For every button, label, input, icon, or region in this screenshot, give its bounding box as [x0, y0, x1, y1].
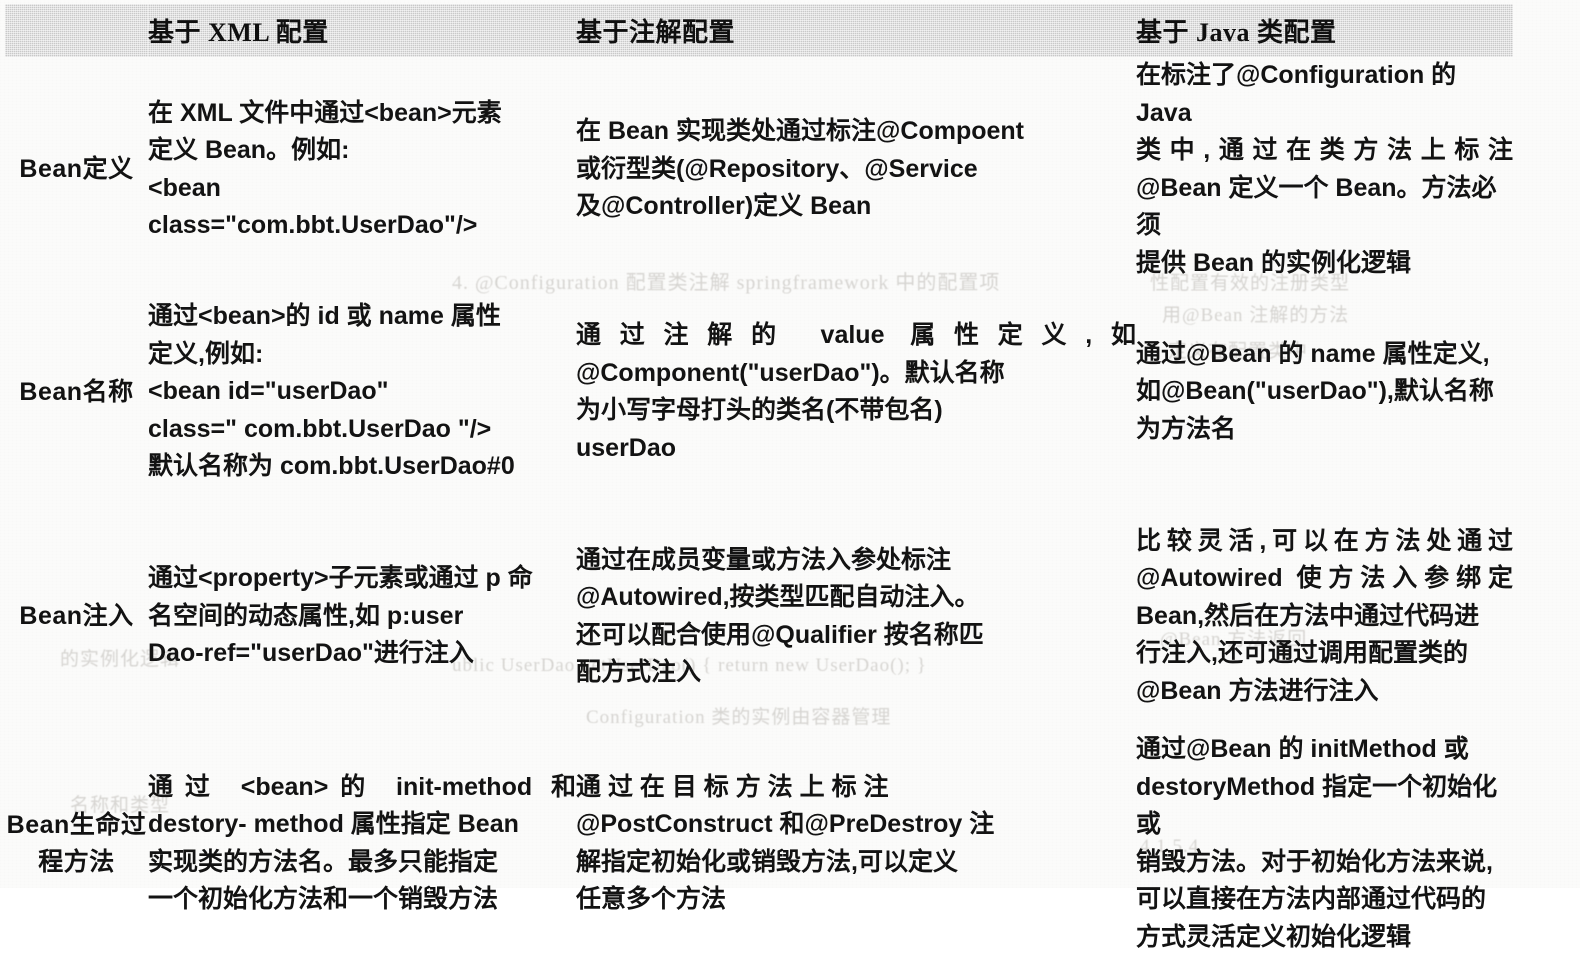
- cell-text-line: <bean id="userDao": [148, 373, 576, 411]
- cell-text-line: 定义 Bean。例如:: [148, 132, 576, 170]
- cell-text-line: @Autowired 使方法入参绑定: [1136, 560, 1513, 598]
- cell-text-line: 定义,例如:: [148, 336, 576, 374]
- header-row: 基于 XML 配置 基于注解配置 基于 Java 类配置: [5, 4, 1513, 57]
- header-corner-cell: [5, 4, 148, 57]
- cell-text-line: 在 Bean 实现类处通过标注@Compoent: [576, 113, 1136, 151]
- cell-bean-definition-anno: 在 Bean 实现类处通过标注@Compoent或衍型类(@Repository…: [576, 57, 1136, 282]
- cell-text-line: 比较灵活,可以在方法处通过: [1136, 523, 1513, 561]
- row-label-line: Bean: [7, 811, 70, 839]
- cell-text-line: 实现类的方法名。最多只能指定: [148, 844, 576, 882]
- row-label-bean-definition: Bean定义: [5, 57, 148, 282]
- cell-text-line: 方式灵活定义初始化逻辑: [1136, 919, 1513, 956]
- table-header: 基于 XML 配置 基于注解配置 基于 Java 类配置: [5, 4, 1513, 57]
- cell-text-line: Dao-ref="userDao"进行注入: [148, 635, 576, 673]
- cell-bean-name-anno: 通过注解的 value 属性定义,如@Component("userDao")。…: [576, 282, 1136, 502]
- row-label-line: Bean: [19, 602, 82, 630]
- cell-text-line: 可以直接在方法内部通过代码的: [1136, 881, 1513, 919]
- cell-text-line: 在 XML 文件中通过<bean>元素: [148, 95, 576, 133]
- table-row: Bean生命过程方法通过 <bean>的 init-method 和destor…: [5, 731, 1513, 956]
- cell-text-line: @Component("userDao")。默认名称: [576, 355, 1136, 393]
- cell-text-line: 默认名称为 com.bbt.UserDao#0: [148, 448, 576, 486]
- cell-text-line: 在标注了@Configuration 的 Java: [1136, 57, 1513, 132]
- column-header-java: 基于 Java 类配置: [1136, 4, 1513, 57]
- row-label-line: 程方法: [38, 848, 115, 876]
- cell-text-line: 通 过 在 目 标 方 法 上 标 注: [576, 769, 1136, 807]
- cell-text-line: 通过@Bean 的 initMethod 或: [1136, 731, 1513, 769]
- cell-text-line: 通过<bean>的 id 或 name 属性: [148, 298, 576, 336]
- cell-text-line: 通过 <bean>的 init-method 和: [148, 769, 576, 807]
- cell-text-line: 为小写字母打头的类名(不带包名): [576, 392, 1136, 430]
- cell-bean-lifecycle-methods-xml: 通过 <bean>的 init-method 和destory- method …: [148, 731, 576, 956]
- cell-text-line: class="com.bbt.UserDao"/>: [148, 207, 576, 245]
- cell-text-line: 通过@Bean 的 name 属性定义,: [1136, 336, 1513, 374]
- cell-bean-name-java: 通过@Bean 的 name 属性定义,如@Bean("userDao"),默认…: [1136, 282, 1513, 502]
- cell-text-line: 提供 Bean 的实例化逻辑: [1136, 245, 1513, 283]
- row-label-line: 注入: [83, 602, 134, 630]
- row-label-bean-lifecycle-methods: Bean生命过程方法: [5, 731, 148, 956]
- column-header-annotation: 基于注解配置: [576, 4, 1136, 57]
- cell-bean-injection-anno: 通过在成员变量或方法入参处标注@Autowired,按类型匹配自动注入。还可以配…: [576, 502, 1136, 731]
- cell-text-line: <bean: [148, 170, 576, 208]
- bean-configuration-comparison-table: 基于 XML 配置 基于注解配置 基于 Java 类配置 Bean定义在 XML…: [5, 4, 1513, 956]
- cell-text-line: 行注入,还可通过调用配置类的: [1136, 635, 1513, 673]
- scanned-page: 4. @Configuration 配置类注解 springframework …: [0, 0, 1580, 888]
- cell-text-line: 配方式注入: [576, 654, 1136, 692]
- cell-text-line: 名空间的动态属性,如 p:user: [148, 598, 576, 636]
- table-row: Bean定义在 XML 文件中通过<bean>元素定义 Bean。例如:<bea…: [5, 57, 1513, 282]
- cell-text-line: 还可以配合使用@Qualifier 按名称匹: [576, 617, 1136, 655]
- cell-text-line: 通过<property>子元素或通过 p 命: [148, 560, 576, 598]
- row-label-line: 生命过: [70, 811, 147, 839]
- table-body: Bean定义在 XML 文件中通过<bean>元素定义 Bean。例如:<bea…: [5, 57, 1513, 956]
- cell-text-line: @Autowired,按类型匹配自动注入。: [576, 579, 1136, 617]
- cell-text-line: destoryMethod 指定一个初始化或: [1136, 769, 1513, 844]
- cell-text-line: 及@Controller)定义 Bean: [576, 188, 1136, 226]
- cell-bean-injection-java: 比较灵活,可以在方法处通过@Autowired 使方法入参绑定Bean,然后在方…: [1136, 502, 1513, 731]
- cell-bean-injection-xml: 通过<property>子元素或通过 p 命名空间的动态属性,如 p:userD…: [148, 502, 576, 731]
- cell-text-line: Bean,然后在方法中通过代码进: [1136, 598, 1513, 636]
- row-label-line: Bean: [19, 378, 82, 406]
- cell-text-line: destory- method 属性指定 Bean: [148, 806, 576, 844]
- cell-text-line: 通过注解的 value 属性定义,如: [576, 317, 1136, 355]
- table-row: Bean名称通过<bean>的 id 或 name 属性定义,例如:<bean …: [5, 282, 1513, 502]
- cell-text-line: 或衍型类(@Repository、@Service: [576, 151, 1136, 189]
- cell-bean-definition-java: 在标注了@Configuration 的 Java类中,通过在类方法上标注@Be…: [1136, 57, 1513, 282]
- cell-bean-definition-xml: 在 XML 文件中通过<bean>元素定义 Bean。例如:<beanclass…: [148, 57, 576, 282]
- cell-text-line: 类中,通过在类方法上标注: [1136, 132, 1513, 170]
- cell-bean-lifecycle-methods-anno: 通 过 在 目 标 方 法 上 标 注@PostConstruct 和@PreD…: [576, 731, 1136, 956]
- cell-text-line: 销毁方法。对于初始化方法来说,: [1136, 844, 1513, 882]
- cell-text-line: 任意多个方法: [576, 881, 1136, 919]
- cell-text-line: 为方法名: [1136, 411, 1513, 449]
- row-label-line: Bean: [19, 155, 82, 183]
- cell-bean-name-xml: 通过<bean>的 id 或 name 属性定义,例如:<bean id="us…: [148, 282, 576, 502]
- table-row: Bean注入通过<property>子元素或通过 p 命名空间的动态属性,如 p…: [5, 502, 1513, 731]
- cell-text-line: @PostConstruct 和@PreDestroy 注: [576, 806, 1136, 844]
- row-label-line: 定义: [83, 155, 134, 183]
- cell-bean-lifecycle-methods-java: 通过@Bean 的 initMethod 或destoryMethod 指定一个…: [1136, 731, 1513, 956]
- row-label-line: 名称: [83, 378, 134, 406]
- cell-text-line: class=" com.bbt.UserDao "/>: [148, 411, 576, 449]
- cell-text-line: 一个初始化方法和一个销毁方法: [148, 881, 576, 919]
- cell-text-line: @Bean 定义一个 Bean。方法必须: [1136, 170, 1513, 245]
- cell-text-line: userDao: [576, 430, 1136, 468]
- row-label-bean-name: Bean名称: [5, 282, 148, 502]
- cell-text-line: 如@Bean("userDao"),默认名称: [1136, 373, 1513, 411]
- column-header-xml: 基于 XML 配置: [148, 4, 576, 57]
- cell-text-line: 解指定初始化或销毁方法,可以定义: [576, 844, 1136, 882]
- cell-text-line: 通过在成员变量或方法入参处标注: [576, 542, 1136, 580]
- cell-text-line: @Bean 方法进行注入: [1136, 673, 1513, 711]
- row-label-bean-injection: Bean注入: [5, 502, 148, 731]
